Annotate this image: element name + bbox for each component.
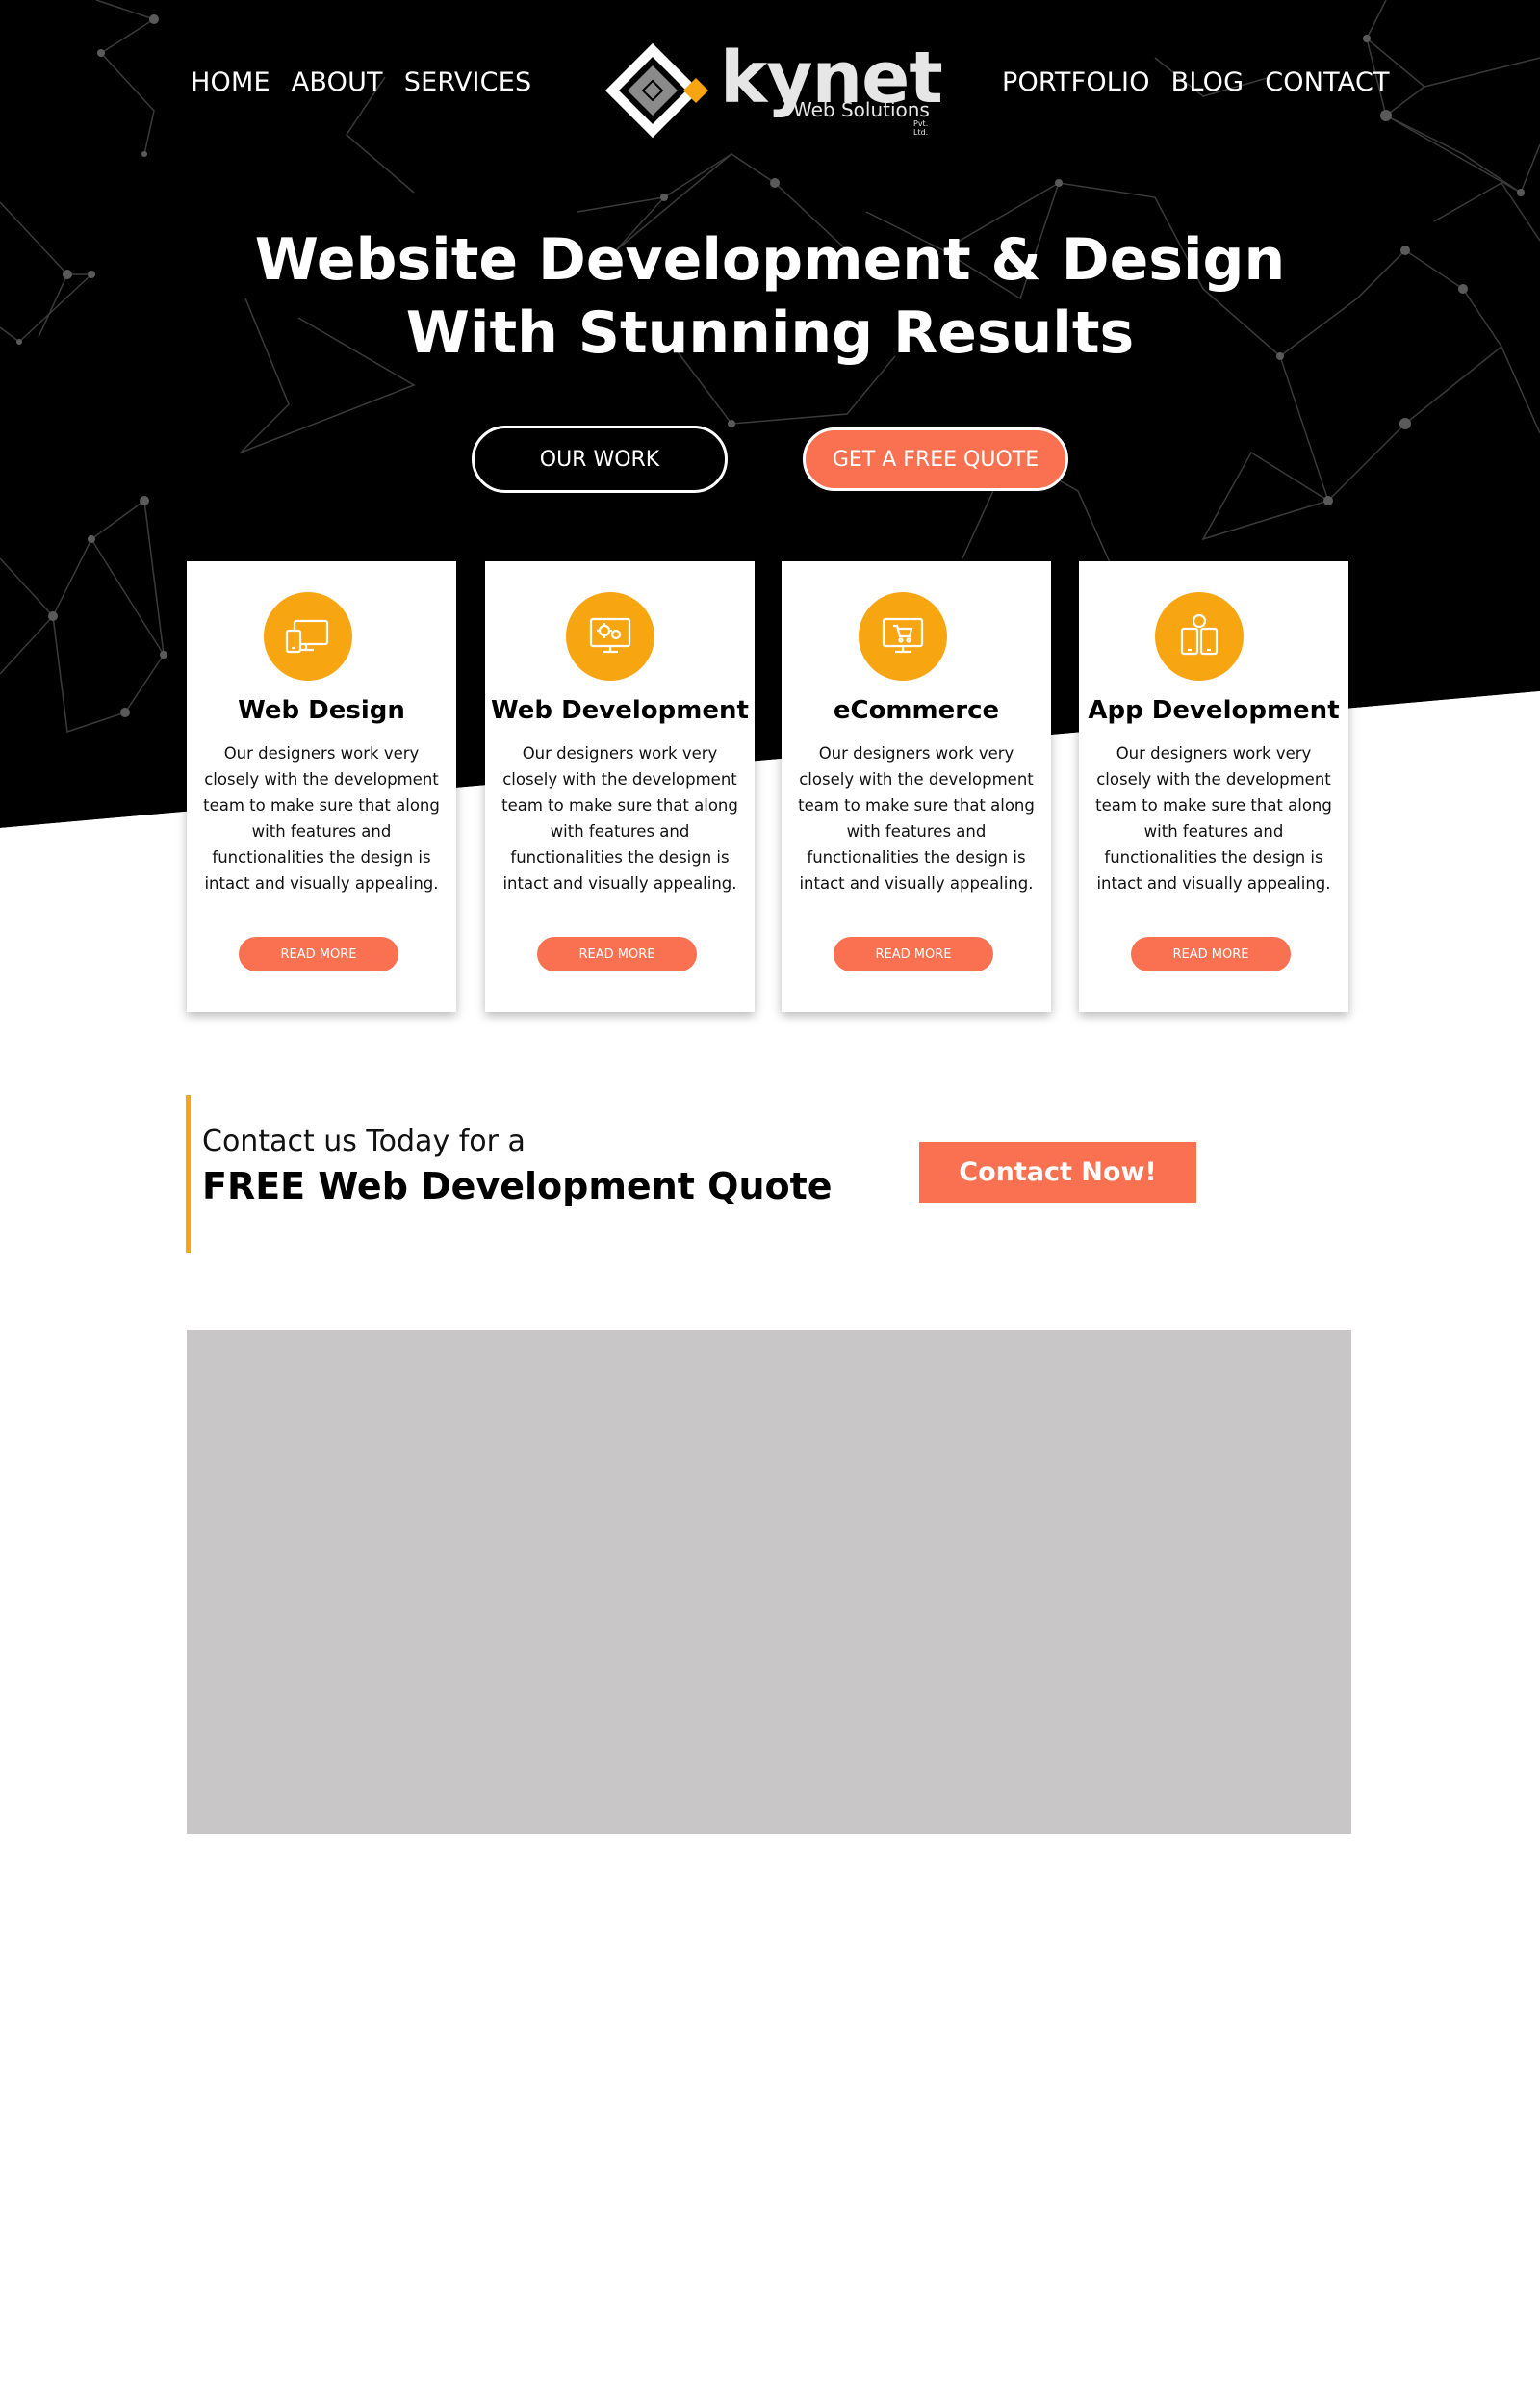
service-description: Our designers work very closely with the… [798, 744, 1035, 893]
site-logo[interactable]: kynet Web Solutions Pvt. Ltd. [604, 37, 943, 139]
contact-now-button[interactable]: Contact Now! [919, 1142, 1196, 1203]
service-title: Web Development [491, 696, 749, 725]
nav-blog-link[interactable]: BLOG [1171, 67, 1245, 97]
mobile-apps-icon [1155, 592, 1244, 681]
nav-home-link[interactable]: HOME [191, 67, 270, 97]
service-card-app-development: App Development Our designers work very … [1079, 561, 1348, 1012]
cta-accent-bar [186, 1095, 191, 1253]
service-title: App Development [1088, 696, 1340, 725]
service-description: Our designers work very closely with the… [1095, 744, 1332, 893]
logo-subtitle: Web Solutions [793, 98, 930, 121]
image-placeholder [187, 1330, 1351, 1834]
devices-icon [264, 592, 352, 681]
nav-services-link[interactable]: SERVICES [404, 67, 532, 97]
logo-suffix: Pvt. Ltd. [913, 119, 929, 137]
hero-title-line1: Website Development & Design [254, 226, 1286, 294]
monitor-gears-icon [566, 592, 654, 681]
read-more-button[interactable]: READ MORE [537, 937, 697, 971]
cta-headline: FREE Web Development Quote [202, 1165, 833, 1207]
free-quote-button[interactable]: GET A FREE QUOTE [803, 427, 1068, 491]
nav-about-link[interactable]: ABOUT [292, 67, 383, 97]
service-card-web-development: Web Development Our designers work very … [485, 561, 755, 1012]
hero-title-line2: With Stunning Results [405, 299, 1135, 367]
read-more-button[interactable]: READ MORE [834, 937, 993, 971]
monitor-cart-icon [859, 592, 947, 681]
service-title: Web Design [238, 696, 405, 725]
logo-diamond-icon [604, 42, 708, 139]
service-card-web-design: Web Design Our designers work very close… [187, 561, 456, 1012]
nav-right: PORTFOLIO BLOG CONTACT [1002, 67, 1411, 97]
hero-title: Website Development & Design With Stunni… [192, 223, 1348, 370]
service-description: Our designers work very closely with the… [203, 744, 440, 893]
nav-portfolio-link[interactable]: PORTFOLIO [1002, 67, 1150, 97]
service-title: eCommerce [833, 696, 1000, 725]
cta-intro: Contact us Today for a [202, 1125, 526, 1158]
service-description: Our designers work very closely with the… [501, 744, 738, 893]
read-more-button[interactable]: READ MORE [239, 937, 398, 971]
nav-contact-link[interactable]: CONTACT [1265, 67, 1389, 97]
our-work-button[interactable]: OUR WORK [472, 426, 728, 493]
read-more-button[interactable]: READ MORE [1131, 937, 1291, 971]
service-card-ecommerce: eCommerce Our designers work very closel… [782, 561, 1051, 1012]
nav-left: HOME ABOUT SERVICES [191, 67, 552, 97]
